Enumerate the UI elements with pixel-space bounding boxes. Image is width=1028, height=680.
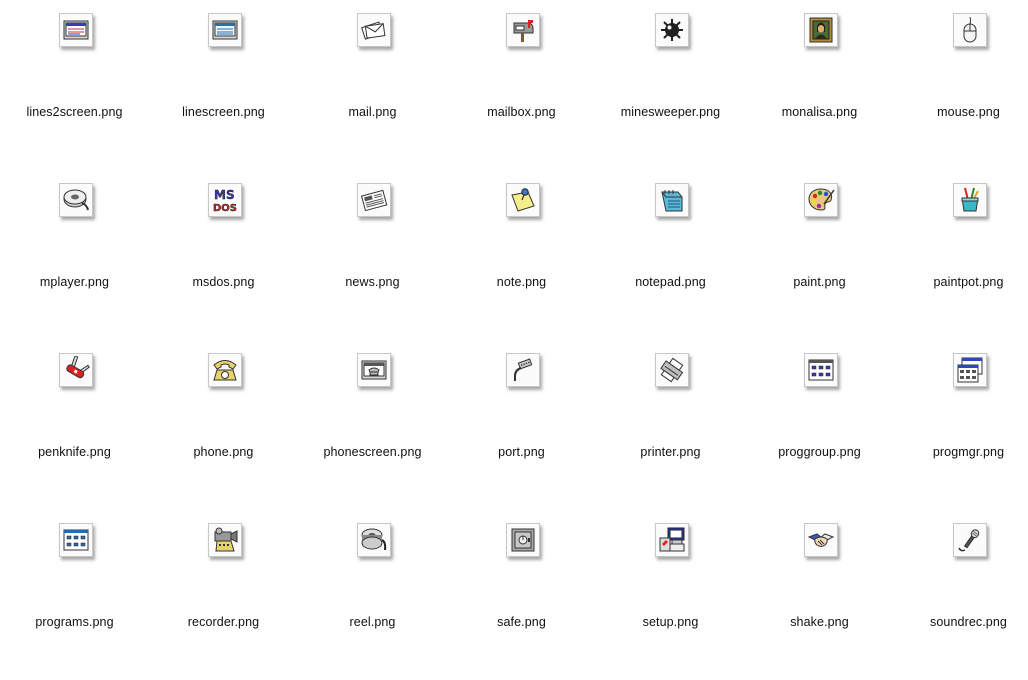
file-item-reel[interactable]: reel.png	[298, 510, 447, 680]
file-name-label: minesweeper.png	[620, 105, 721, 119]
file-name-label: programs.png	[35, 615, 114, 629]
file-name-label: paint.png	[793, 275, 846, 289]
file-item-paintpot[interactable]: paintpot.png	[894, 170, 1028, 340]
shake-icon	[803, 523, 838, 557]
proggroup-icon	[803, 353, 838, 387]
file-name-label: shake.png	[790, 615, 849, 629]
printer-icon	[654, 353, 689, 387]
file-item-phonescreen[interactable]: phonescreen.png	[298, 340, 447, 510]
file-name-label: penknife.png	[38, 445, 111, 459]
reel-icon	[356, 523, 391, 557]
file-name-label: linescreen.png	[182, 105, 265, 119]
note-icon	[505, 183, 540, 217]
phone-icon	[207, 353, 242, 387]
file-name-label: proggroup.png	[778, 445, 861, 459]
file-item-monalisa[interactable]: monalisa.png	[745, 0, 894, 170]
paintpot-icon	[952, 183, 987, 217]
file-item-paint[interactable]: paint.png	[745, 170, 894, 340]
penknife-icon	[58, 353, 93, 387]
mplayer-icon	[58, 183, 93, 217]
file-name-label: soundrec.png	[930, 615, 1007, 629]
file-item-setup[interactable]: setup.png	[596, 510, 745, 680]
file-item-phone[interactable]: phone.png	[149, 340, 298, 510]
file-name-label: setup.png	[642, 615, 699, 629]
notepad-icon	[654, 183, 689, 217]
file-item-mailbox[interactable]: mailbox.png	[447, 0, 596, 170]
recorder-icon	[207, 523, 242, 557]
file-item-shake[interactable]: shake.png	[745, 510, 894, 680]
file-item-notepad[interactable]: notepad.png	[596, 170, 745, 340]
file-name-label: reel.png	[349, 615, 396, 629]
safe-icon	[505, 523, 540, 557]
file-name-label: lines2screen.png	[26, 105, 123, 119]
file-item-programs[interactable]: programs.png	[0, 510, 149, 680]
file-item-recorder[interactable]: recorder.png	[149, 510, 298, 680]
lines2screen-icon	[58, 13, 93, 47]
msdos-icon: MS DOS	[207, 183, 242, 217]
file-item-safe[interactable]: safe.png	[447, 510, 596, 680]
file-name-label: phonescreen.png	[323, 445, 422, 459]
soundrec-icon	[952, 523, 987, 557]
file-item-mplayer[interactable]: mplayer.png	[0, 170, 149, 340]
file-item-penknife[interactable]: penknife.png	[0, 340, 149, 510]
mouse-icon	[952, 13, 987, 47]
programs-icon	[58, 523, 93, 557]
file-name-label: printer.png	[640, 445, 701, 459]
phonescreen-icon	[356, 353, 391, 387]
mailbox-icon	[505, 13, 540, 47]
file-name-label: port.png	[498, 445, 545, 459]
file-item-mouse[interactable]: mouse.png	[894, 0, 1028, 170]
file-name-label: mouse.png	[937, 105, 1000, 119]
file-name-label: progmgr.png	[932, 445, 1005, 459]
file-name-label: safe.png	[497, 615, 546, 629]
paint-icon	[803, 183, 838, 217]
port-icon	[505, 353, 540, 387]
file-name-label: mplayer.png	[39, 275, 110, 289]
file-item-lines2screen[interactable]: lines2screen.png	[0, 0, 149, 170]
file-name-label: notepad.png	[635, 275, 706, 289]
news-icon	[356, 183, 391, 217]
file-name-label: mail.png	[348, 105, 397, 119]
file-name-label: note.png	[496, 275, 547, 289]
setup-icon	[654, 523, 689, 557]
file-item-linescreen[interactable]: linescreen.png	[149, 0, 298, 170]
file-item-news[interactable]: news.png	[298, 170, 447, 340]
file-thumbnail-grid: lines2screen.png linescreen.png mail.png…	[0, 0, 1028, 643]
progmgr-icon	[952, 353, 987, 387]
file-item-soundrec[interactable]: soundrec.png	[894, 510, 1028, 680]
file-item-msdos[interactable]: MS DOS msdos.png	[149, 170, 298, 340]
minesweeper-icon	[654, 13, 689, 47]
monalisa-icon	[803, 13, 838, 47]
file-item-note[interactable]: note.png	[447, 170, 596, 340]
file-item-minesweeper[interactable]: minesweeper.png	[596, 0, 745, 170]
file-name-label: msdos.png	[192, 275, 255, 289]
file-item-progmgr[interactable]: progmgr.png	[894, 340, 1028, 510]
mail-icon	[356, 13, 391, 47]
file-name-label: recorder.png	[187, 615, 260, 629]
msdos-glyph-line2: DOS	[213, 203, 237, 214]
file-item-mail[interactable]: mail.png	[298, 0, 447, 170]
linescreen-icon	[207, 13, 242, 47]
file-item-port[interactable]: port.png	[447, 340, 596, 510]
msdos-glyph-line1: MS	[214, 188, 235, 202]
file-item-printer[interactable]: printer.png	[596, 340, 745, 510]
file-name-label: mailbox.png	[487, 105, 556, 119]
file-item-proggroup[interactable]: proggroup.png	[745, 340, 894, 510]
file-name-label: paintpot.png	[933, 275, 1004, 289]
file-name-label: phone.png	[193, 445, 254, 459]
file-name-label: news.png	[345, 275, 400, 289]
file-name-label: monalisa.png	[781, 105, 858, 119]
